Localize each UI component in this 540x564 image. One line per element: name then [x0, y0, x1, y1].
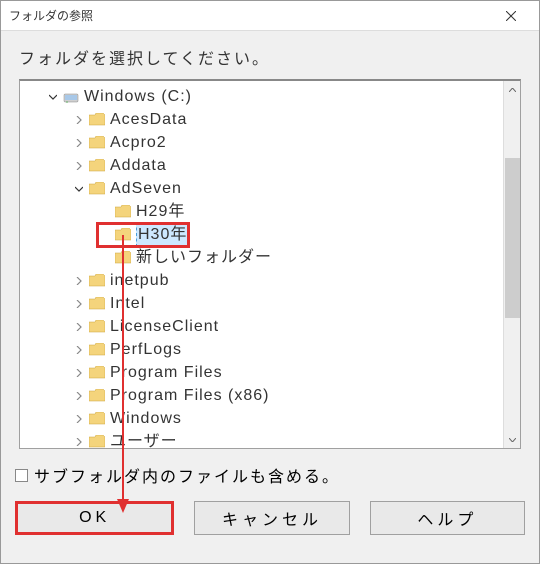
drive-icon: [62, 89, 80, 105]
include-subfolders-label[interactable]: サブフォルダ内のファイルも含める。: [15, 463, 525, 487]
tree-item-folder[interactable]: H29年: [22, 200, 518, 223]
instruction-label: フォルダを選択してください。: [1, 31, 539, 79]
folder-icon: [114, 204, 132, 220]
help-button[interactable]: ヘルプ: [370, 501, 525, 535]
include-subfolders-checkbox[interactable]: [15, 469, 28, 482]
tree-item-folder[interactable]: LicenseClient: [22, 315, 518, 338]
tree-item-label: Windows: [110, 407, 182, 430]
tree-item-label: H29年: [136, 200, 185, 223]
folder-icon: [88, 365, 106, 381]
scroll-up-button[interactable]: [504, 81, 521, 98]
include-subfolders-row: サブフォルダ内のファイルも含める。: [1, 463, 539, 501]
expander-closed-icon[interactable]: [72, 136, 86, 150]
tree-item-label: AdSeven: [110, 177, 182, 200]
titlebar-text: フォルダの参照: [9, 7, 93, 24]
folder-icon: [88, 135, 106, 151]
folder-browse-dialog: フォルダの参照 フォルダを選択してください。 Windows (C:)AcesD…: [0, 0, 540, 564]
tree-item-label: LicenseClient: [110, 315, 219, 338]
tree-item-label: AcesData: [110, 108, 187, 131]
button-row: OK キャンセル ヘルプ: [1, 501, 539, 549]
expander-closed-icon[interactable]: [72, 159, 86, 173]
ok-button[interactable]: OK: [15, 501, 174, 535]
folder-icon: [88, 112, 106, 128]
vertical-scrollbar[interactable]: [503, 81, 520, 448]
tree-item-label: inetpub: [110, 269, 170, 292]
tree-item-folder[interactable]: ユーザー: [22, 430, 518, 449]
folder-icon: [88, 319, 106, 335]
tree-item-folder[interactable]: H30年: [22, 223, 518, 246]
expander-none: [98, 228, 112, 242]
expander-closed-icon[interactable]: [72, 435, 86, 449]
tree-item-folder[interactable]: Program Files: [22, 361, 518, 384]
expander-closed-icon[interactable]: [72, 297, 86, 311]
tree-item-label: H30年: [136, 222, 189, 247]
scrollbar-thumb[interactable]: [505, 158, 520, 318]
tree-item-label: 新しいフォルダー: [136, 246, 272, 269]
folder-icon: [88, 158, 106, 174]
tree-item-label: Program Files (x86): [110, 384, 269, 407]
tree-item-folder[interactable]: Program Files (x86): [22, 384, 518, 407]
expander-none: [98, 205, 112, 219]
tree-item-folder[interactable]: AdSeven: [22, 177, 518, 200]
expander-closed-icon[interactable]: [72, 366, 86, 380]
tree-item-folder[interactable]: Intel: [22, 292, 518, 315]
folder-icon: [88, 273, 106, 289]
expander-closed-icon[interactable]: [72, 389, 86, 403]
tree-item-label: Addata: [110, 154, 167, 177]
folder-icon: [88, 434, 106, 450]
folder-icon: [88, 181, 106, 197]
chevron-down-icon: [509, 438, 516, 442]
expander-closed-icon[interactable]: [72, 412, 86, 426]
tree-item-folder[interactable]: Acpro2: [22, 131, 518, 154]
expander-closed-icon[interactable]: [72, 320, 86, 334]
folder-icon: [114, 250, 132, 266]
folder-icon: [88, 411, 106, 427]
tree-item-folder[interactable]: AcesData: [22, 108, 518, 131]
folder-icon: [88, 388, 106, 404]
tree-item-folder[interactable]: Windows: [22, 407, 518, 430]
cancel-button[interactable]: キャンセル: [194, 501, 349, 535]
tree-item-label: Intel: [110, 292, 145, 315]
titlebar: フォルダの参照: [1, 1, 539, 31]
expander-none: [98, 251, 112, 265]
folder-icon: [88, 342, 106, 358]
folder-icon: [114, 227, 132, 243]
tree-item-folder[interactable]: PerfLogs: [22, 338, 518, 361]
tree-item-label: ユーザー: [110, 430, 178, 449]
chevron-up-icon: [509, 88, 516, 92]
close-icon: [506, 11, 516, 21]
tree-item-label: Windows (C:): [84, 85, 192, 108]
close-button[interactable]: [491, 2, 531, 30]
tree-item-label: PerfLogs: [110, 338, 182, 361]
expander-open-icon[interactable]: [46, 90, 60, 104]
folder-tree[interactable]: Windows (C:)AcesDataAcpro2AddataAdSevenH…: [19, 79, 521, 449]
expander-closed-icon[interactable]: [72, 343, 86, 357]
expander-open-icon[interactable]: [72, 182, 86, 196]
tree-item-folder[interactable]: Addata: [22, 154, 518, 177]
expander-closed-icon[interactable]: [72, 274, 86, 288]
expander-closed-icon[interactable]: [72, 113, 86, 127]
folder-icon: [88, 296, 106, 312]
scroll-down-button[interactable]: [504, 431, 521, 448]
tree-item-folder[interactable]: inetpub: [22, 269, 518, 292]
tree-item-label: Program Files: [110, 361, 223, 384]
tree-item-label: Acpro2: [110, 131, 167, 154]
tree-item-folder[interactable]: 新しいフォルダー: [22, 246, 518, 269]
tree-item-drive[interactable]: Windows (C:): [22, 85, 518, 108]
